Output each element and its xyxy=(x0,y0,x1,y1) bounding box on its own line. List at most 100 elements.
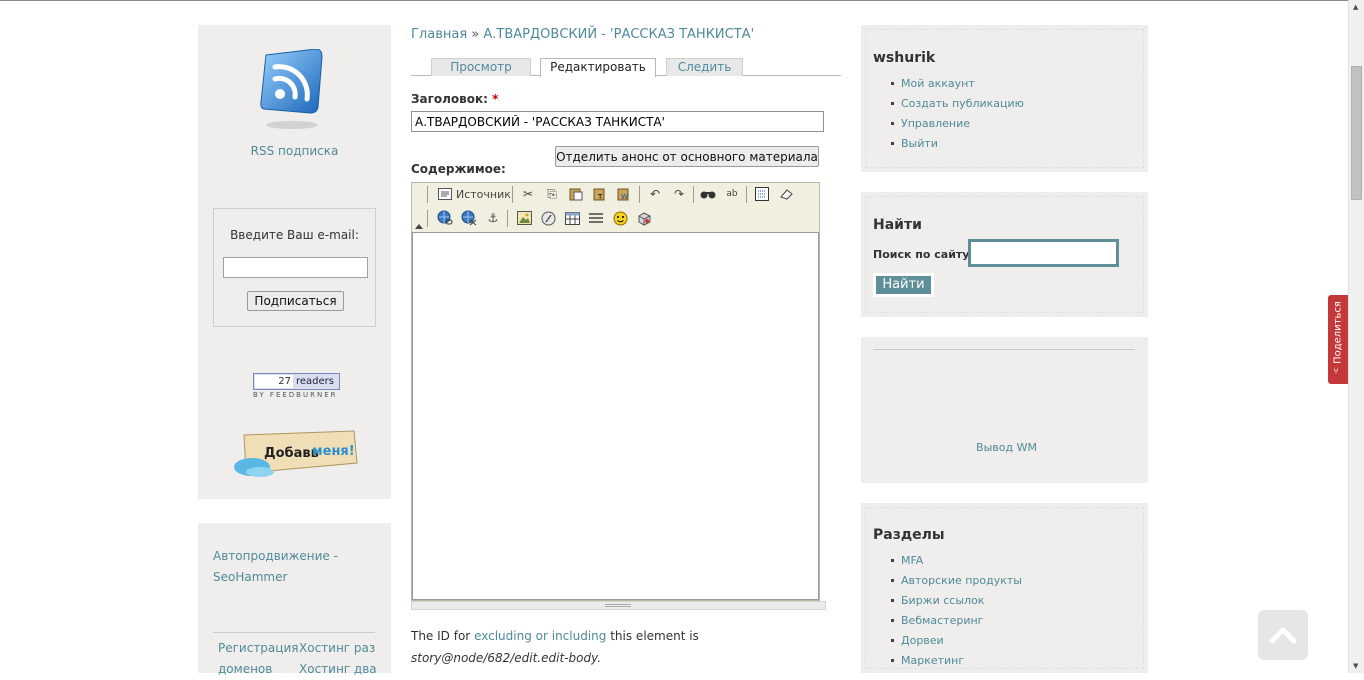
email-input[interactable] xyxy=(223,257,368,278)
link-icon[interactable] xyxy=(435,208,455,228)
toolbar-separator xyxy=(507,210,508,227)
title-label-text: Заголовок: xyxy=(411,92,488,106)
top-border xyxy=(0,0,1348,1)
toolbar-separator xyxy=(639,186,640,203)
smiley-icon[interactable] xyxy=(610,208,630,228)
title-label: Заголовок: * xyxy=(411,92,498,106)
my-account-link[interactable]: Мой аккаунт xyxy=(891,76,1024,96)
element-id: story@node/682/edit.edit-body xyxy=(411,651,598,665)
user-menu-block: wshurik Мой аккаунт Создать публикацию У… xyxy=(861,25,1148,172)
rss-subscribe-link[interactable]: RSS подписка xyxy=(198,144,391,158)
exclude-include-link[interactable]: excluding or including xyxy=(474,629,606,643)
section-link-doorways[interactable]: Дорвеи xyxy=(891,633,1022,653)
hosting-one-link[interactable]: Хостинг раз xyxy=(299,638,375,659)
find-icon[interactable] xyxy=(698,184,718,204)
source-label[interactable]: Источник xyxy=(456,185,511,205)
left-links-block: Автопродвижение - SeoHammer Регистрация … xyxy=(198,523,391,676)
cut-icon[interactable]: ✂ xyxy=(518,184,538,204)
rich-text-editor: Источник ✂ ⎘ T W ↶ ↷ ab ⚓ xyxy=(411,182,820,601)
username: wshurik xyxy=(873,50,936,66)
domains-link[interactable]: доменов xyxy=(218,659,272,680)
search-button[interactable]: Найти xyxy=(873,273,934,297)
hosting-two-link[interactable]: Хостинг два xyxy=(299,659,377,680)
addme-text-a: Добавь xyxy=(264,446,319,461)
domain-registration-link[interactable]: Регистрация xyxy=(218,638,298,659)
sections-block: Разделы MFA Авторские продукты Биржи ссы… xyxy=(861,503,1148,673)
share-icon: ⑂ xyxy=(1333,366,1339,377)
sections-links: MFA Авторские продукты Биржи ссылок Вебм… xyxy=(891,553,1022,673)
select-all-icon[interactable] xyxy=(752,184,772,204)
section-link-mfa[interactable]: MFA xyxy=(891,553,1022,573)
scroll-thumb[interactable] xyxy=(1351,66,1362,200)
email-subscribe-box: Введите Ваш e-mail: Подписаться xyxy=(213,208,376,327)
paste-text-icon[interactable]: T xyxy=(590,184,610,204)
section-link-webmastering[interactable]: Вебмастеринг xyxy=(891,613,1022,633)
logout-link[interactable]: Выйти xyxy=(891,136,1024,156)
create-publication-link[interactable]: Создать публикацию xyxy=(891,96,1024,116)
redo-icon[interactable]: ↷ xyxy=(669,184,689,204)
title-input[interactable] xyxy=(411,111,824,132)
chevron-up-icon xyxy=(1269,627,1297,644)
section-link-link-exchanges[interactable]: Биржи ссылок xyxy=(891,593,1022,613)
tab-view[interactable]: Просмотр xyxy=(431,58,531,76)
element-id-note: The ID for excluding or including this e… xyxy=(411,625,843,669)
source-icon[interactable] xyxy=(435,184,455,204)
search-title: Найти xyxy=(873,217,922,233)
section-link-author-products[interactable]: Авторские продукты xyxy=(891,573,1022,593)
anchor-icon[interactable]: ⚓ xyxy=(483,208,503,228)
image-icon[interactable] xyxy=(514,208,534,228)
addme-text-b: меня! xyxy=(312,444,355,459)
subscribe-button[interactable]: Подписаться xyxy=(247,291,344,311)
content-label: Содержимое: xyxy=(411,162,506,176)
horizontal-rule-icon[interactable] xyxy=(586,208,606,228)
flash-icon[interactable] xyxy=(538,208,558,228)
breadcrumb-current[interactable]: А.ТВАРДОВСКИЙ - 'РАССКАЗ ТАНКИСТА' xyxy=(483,27,754,42)
toolbar-separator xyxy=(427,186,428,203)
divider xyxy=(213,632,375,633)
editor-resize-handle[interactable] xyxy=(411,601,826,610)
wm-withdraw-link[interactable]: Вывод WM xyxy=(861,441,1148,454)
add-me-bookmark-icon[interactable]: Добавь меня! xyxy=(230,429,360,479)
seohammer-link[interactable]: Автопродвижение - SeoHammer xyxy=(213,546,353,588)
readers-count: 27 xyxy=(255,375,293,388)
required-marker: * xyxy=(492,92,499,106)
remove-format-icon[interactable] xyxy=(776,184,796,204)
scroll-down-arrow-icon[interactable]: ▼ xyxy=(1353,662,1358,670)
tab-edit[interactable]: Редактировать xyxy=(540,58,656,77)
share-label: Поделиться xyxy=(1332,301,1344,364)
id-note-suffix: . xyxy=(597,651,602,665)
section-link-marketing[interactable]: Маркетинг xyxy=(891,653,1022,673)
copy-icon[interactable]: ⎘ xyxy=(542,184,562,204)
left-sidebar-block: RSS подписка Введите Ваш e-mail: Подписа… xyxy=(198,25,391,499)
search-input[interactable] xyxy=(968,239,1119,267)
replace-icon[interactable]: ab xyxy=(722,184,742,204)
paste-icon[interactable] xyxy=(566,184,586,204)
administration-link[interactable]: Управление xyxy=(891,116,1024,136)
scroll-up-arrow-icon[interactable]: ▲ xyxy=(1353,3,1358,11)
table-icon[interactable] xyxy=(562,208,582,228)
sections-title: Разделы xyxy=(873,527,945,543)
split-summary-button[interactable]: Отделить анонс от основного материала xyxy=(555,146,819,167)
wm-block: Вывод WM xyxy=(861,337,1148,483)
back-to-top-button[interactable] xyxy=(1258,610,1308,660)
paste-word-icon[interactable]: W xyxy=(614,184,634,204)
collapse-toolbar-icon[interactable] xyxy=(415,224,423,229)
share-tab[interactable]: Поделиться ⑂ xyxy=(1328,295,1348,384)
special-char-icon[interactable] xyxy=(634,208,654,228)
feedburner-byline: BY FEEDBURNER xyxy=(253,391,338,399)
toolbar-separator xyxy=(693,186,694,203)
unlink-icon[interactable] xyxy=(459,208,479,228)
breadcrumb-home[interactable]: Главная xyxy=(411,27,467,42)
tab-track[interactable]: Следить xyxy=(666,58,743,76)
svg-text:T: T xyxy=(597,193,603,201)
editor-content-area[interactable] xyxy=(412,232,819,600)
svg-text:W: W xyxy=(621,193,628,201)
search-block: Найти Поиск по сайту: Найти xyxy=(861,192,1148,317)
rss-icon[interactable] xyxy=(260,49,324,131)
feedburner-counter[interactable]: 27 readers xyxy=(253,373,340,390)
page-scrollbar[interactable]: ▲ ▼ xyxy=(1348,0,1364,673)
id-note-middle: this element is xyxy=(610,629,699,643)
breadcrumb-separator: » xyxy=(471,27,480,42)
undo-icon[interactable]: ↶ xyxy=(645,184,665,204)
breadcrumb: Главная » А.ТВАРДОВСКИЙ - 'РАССКАЗ ТАНКИ… xyxy=(411,27,754,42)
